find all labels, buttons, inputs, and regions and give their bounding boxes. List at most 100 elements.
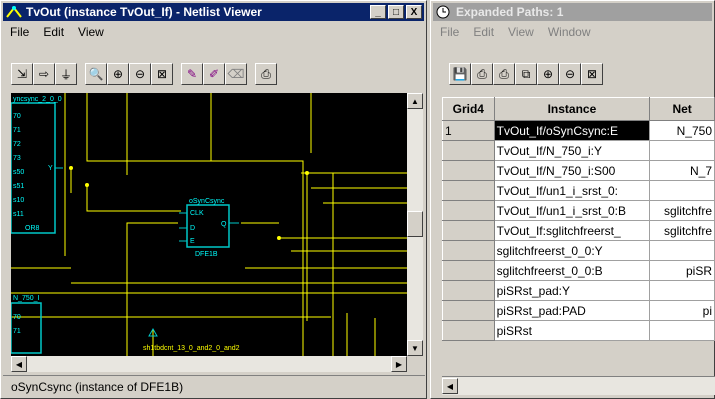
row-index: 1 bbox=[442, 120, 495, 141]
table-row[interactable]: piSRst bbox=[442, 320, 715, 341]
menu-file[interactable]: File bbox=[3, 25, 36, 39]
cell-type-label: DFE1B bbox=[195, 251, 218, 258]
instance-cell[interactable]: piSRst bbox=[493, 320, 651, 341]
close-button[interactable]: X bbox=[406, 5, 422, 19]
zoom-in-icon[interactable]: ⊕ bbox=[537, 63, 559, 85]
netlist-app-icon bbox=[6, 6, 22, 18]
row-index bbox=[442, 160, 495, 181]
pin-label: s11 bbox=[13, 211, 24, 218]
net-cell[interactable] bbox=[649, 180, 715, 201]
save-icon[interactable]: 💾 bbox=[449, 63, 471, 85]
pin-label: 72 bbox=[13, 141, 21, 148]
menu-file[interactable]: File bbox=[433, 25, 466, 39]
minimize-button[interactable]: _ bbox=[370, 5, 386, 19]
net-cell[interactable] bbox=[649, 240, 715, 261]
pin-label: D bbox=[190, 225, 195, 232]
pin-label: 70 bbox=[13, 314, 21, 321]
table-row[interactable]: piSRst_pad:Y bbox=[442, 280, 715, 301]
net-cell[interactable]: sglitchfre bbox=[649, 220, 715, 241]
table-row[interactable]: sglitchfreerst_0_0:B piSR bbox=[442, 260, 715, 281]
menu-view[interactable]: View bbox=[71, 25, 111, 39]
table-row[interactable]: TvOut_If/N_750_i:S00 N_7 bbox=[442, 160, 715, 181]
instance-cell[interactable]: sglitchfreerst_0_0:B bbox=[493, 260, 651, 281]
net-cell[interactable]: piSR bbox=[649, 260, 715, 281]
vertical-scrollbar[interactable]: ▲ ▼ bbox=[407, 93, 423, 356]
menubar: File Edit View bbox=[3, 23, 111, 41]
net-cell[interactable]: N_750 bbox=[649, 120, 715, 141]
block-bottom-label: N_750_I bbox=[13, 295, 40, 302]
table-row[interactable]: TvOut_If/un1_i_srst_0:B sglitchfre bbox=[442, 200, 715, 221]
row-index bbox=[442, 300, 495, 321]
instance-cell[interactable]: TvOut_If/un1_i_srst_0: bbox=[493, 180, 651, 201]
net-cell[interactable] bbox=[649, 320, 715, 341]
pin-label: 73 bbox=[13, 155, 21, 162]
menu-window[interactable]: Window bbox=[541, 25, 598, 39]
window-title: TvOut (instance TvOut_If) - Netlist View… bbox=[26, 5, 262, 19]
unhighlight-icon[interactable]: ✐ bbox=[203, 63, 225, 85]
window-title: Expanded Paths: 1 bbox=[456, 5, 564, 19]
scroll-thumb[interactable] bbox=[407, 211, 423, 237]
row-index bbox=[442, 240, 495, 261]
copy-icon[interactable]: ⧉ bbox=[515, 63, 537, 85]
instance-cell[interactable]: TvOut_If/oSynCsync:E bbox=[493, 120, 651, 141]
instance-cell[interactable]: piSRst_pad:PAD bbox=[493, 300, 651, 321]
print-icon[interactable]: ⎙ bbox=[471, 63, 493, 85]
table-row[interactable]: TvOut_If:sglitchfreerst_ sglitchfre bbox=[442, 220, 715, 241]
net-cell[interactable] bbox=[649, 280, 715, 301]
probe-icon[interactable]: ⏚ bbox=[55, 63, 77, 85]
net-cell[interactable]: N_7 bbox=[649, 160, 715, 181]
table-row[interactable]: sglitchfreerst_0_0:Y bbox=[442, 240, 715, 261]
print-preview-icon[interactable]: ⎙ bbox=[493, 63, 515, 85]
row-index bbox=[442, 320, 495, 341]
pin-label: Q bbox=[221, 221, 227, 228]
maximize-button[interactable]: □ bbox=[388, 5, 404, 19]
zoom-out-icon[interactable]: ⊖ bbox=[129, 63, 151, 85]
zoom-fit-icon[interactable]: ⊠ bbox=[581, 63, 603, 85]
table-row[interactable]: TvOut_If/un1_i_srst_0: bbox=[442, 180, 715, 201]
zoom-area-icon[interactable]: 🔍 bbox=[85, 63, 107, 85]
instance-cell[interactable]: piSRst_pad:Y bbox=[493, 280, 651, 301]
expanded-paths-titlebar[interactable]: Expanded Paths: 1 bbox=[433, 3, 712, 21]
schematic-canvas[interactable]: yncsync_2_0_0 70 71 72 73 s50 s51 s10 s1… bbox=[11, 93, 407, 356]
pin-label: s10 bbox=[13, 197, 24, 204]
scroll-down-button[interactable]: ▼ bbox=[407, 340, 423, 356]
scroll-left-button[interactable]: ◀ bbox=[442, 378, 458, 394]
zoom-fit-icon[interactable]: ⊠ bbox=[151, 63, 173, 85]
net-cell[interactable]: sglitchfre bbox=[649, 200, 715, 221]
column-header-net[interactable]: Net bbox=[649, 97, 715, 121]
table-row[interactable]: 1 TvOut_If/oSynCsync:E N_750 bbox=[442, 120, 715, 141]
table-row[interactable]: TvOut_If/N_750_i:Y bbox=[442, 140, 715, 161]
zoom-in-icon[interactable]: ⊕ bbox=[107, 63, 129, 85]
menu-edit[interactable]: Edit bbox=[466, 25, 501, 39]
column-header-instance[interactable]: Instance bbox=[493, 97, 651, 121]
push-hierarchy-icon[interactable]: ⇲ bbox=[11, 63, 33, 85]
scroll-up-button[interactable]: ▲ bbox=[407, 93, 423, 109]
column-header-grid4[interactable]: Grid4 bbox=[442, 97, 495, 121]
schematic-drawing: yncsync_2_0_0 70 71 72 73 s50 s51 s10 s1… bbox=[11, 93, 407, 356]
pin-label: 70 bbox=[13, 113, 21, 120]
forward-icon[interactable]: ⇨ bbox=[33, 63, 55, 85]
erase-icon[interactable]: ⌫ bbox=[225, 63, 247, 85]
instance-cell[interactable]: TvOut_If/N_750_i:S00 bbox=[493, 160, 651, 181]
expanded-paths-table: Grid4 Instance Net 1 TvOut_If/oSynCsync:E… bbox=[442, 97, 715, 341]
instance-cell[interactable]: TvOut_If:sglitchfreerst_ bbox=[493, 220, 651, 241]
netlist-viewer-titlebar[interactable]: TvOut (instance TvOut_If) - Netlist View… bbox=[3, 3, 424, 21]
instance-cell[interactable]: sglitchfreerst_0_0:Y bbox=[493, 240, 651, 261]
instance-cell[interactable]: TvOut_If/N_750_i:Y bbox=[493, 140, 651, 161]
zoom-out-icon[interactable]: ⊖ bbox=[559, 63, 581, 85]
net-cell[interactable]: pi bbox=[649, 300, 715, 321]
scroll-left-button[interactable]: ◀ bbox=[11, 356, 27, 372]
table-row[interactable]: piSRst_pad:PAD pi bbox=[442, 300, 715, 321]
menu-view[interactable]: View bbox=[501, 25, 541, 39]
right-horizontal-scrollbar[interactable]: ◀ bbox=[442, 376, 715, 395]
row-index bbox=[442, 280, 495, 301]
pin-label: s50 bbox=[13, 169, 24, 176]
net-cell[interactable] bbox=[649, 140, 715, 161]
menu-edit[interactable]: Edit bbox=[36, 25, 71, 39]
horizontal-scrollbar[interactable]: ◀ ▶ bbox=[11, 356, 407, 372]
scroll-right-button[interactable]: ▶ bbox=[391, 356, 407, 372]
pin-label: E bbox=[190, 238, 195, 245]
instance-cell[interactable]: TvOut_If/un1_i_srst_0:B bbox=[493, 200, 651, 221]
highlight-icon[interactable]: ✎ bbox=[181, 63, 203, 85]
print-icon[interactable]: ⎙ bbox=[255, 63, 277, 85]
